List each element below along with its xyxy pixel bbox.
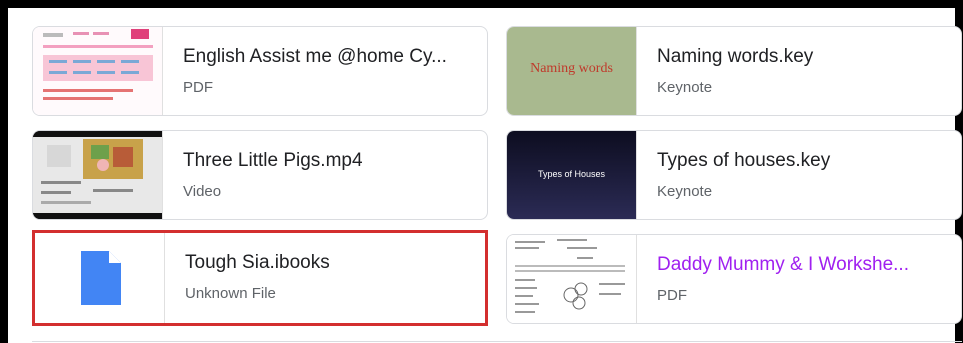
file-title: Three Little Pigs.mp4 — [183, 150, 363, 171]
file-type: PDF — [183, 79, 213, 96]
file-title: Types of houses.key — [657, 150, 831, 171]
file-card-english-assist[interactable]: English Assist me @home Cy... PDF — [32, 26, 488, 116]
video-thumbnail — [33, 131, 162, 219]
thumbnail-caption: Types of Houses — [537, 169, 606, 179]
file-title: Tough Sia.ibooks — [185, 252, 330, 273]
file-card-types-of-houses[interactable]: Types of Houses Types of houses.key Keyn… — [506, 130, 962, 220]
divider — [32, 341, 962, 342]
thumbnail-caption: Naming words — [530, 61, 613, 76]
file-icon — [81, 251, 121, 305]
file-type: Keynote — [657, 79, 713, 96]
file-thumbnail: Types of Houses — [507, 131, 637, 219]
file-title: English Assist me @home Cy... — [183, 46, 447, 67]
file-title: Naming words.key — [657, 46, 814, 67]
file-thumbnail: Naming words — [507, 27, 637, 115]
file-thumbnail — [507, 235, 637, 323]
app-frame: English Assist me @home Cy... PDF Naming… — [0, 0, 963, 343]
pdf-page-thumbnail — [507, 235, 636, 323]
file-type: Video — [183, 183, 222, 200]
pdf-page-thumbnail — [33, 27, 162, 115]
file-card-three-little-pigs[interactable]: Three Little Pigs.mp4 Video — [32, 130, 488, 220]
file-title: Daddy Mummy & I Workshe... — [657, 254, 909, 275]
file-thumbnail — [33, 131, 163, 219]
file-thumbnail — [33, 27, 163, 115]
file-type: PDF — [657, 287, 687, 304]
file-thumbnail — [35, 233, 165, 323]
file-grid: English Assist me @home Cy... PDF Naming… — [32, 26, 962, 326]
file-card-tough-sia[interactable]: Tough Sia.ibooks Unknown File — [32, 230, 488, 326]
file-type: Keynote — [657, 183, 713, 200]
file-card-daddy-mummy-worksheet[interactable]: Daddy Mummy & I Workshe... PDF — [506, 234, 962, 324]
file-type: Unknown File — [185, 285, 276, 302]
file-card-naming-words[interactable]: Naming words Naming words.key Keynote — [506, 26, 962, 116]
